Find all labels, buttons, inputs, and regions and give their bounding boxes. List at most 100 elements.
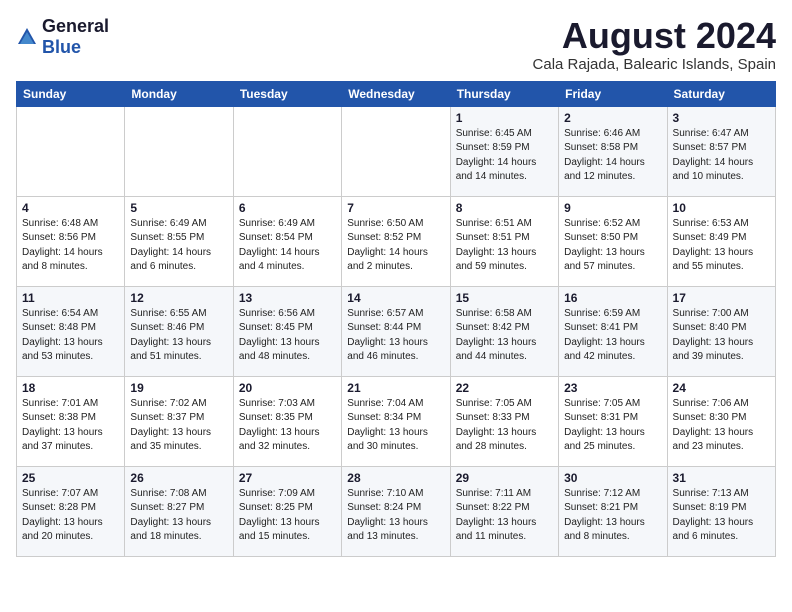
calendar-cell: 10Sunrise: 6:53 AM Sunset: 8:49 PM Dayli… [667, 196, 775, 286]
calendar-header-row: SundayMondayTuesdayWednesdayThursdayFrid… [17, 81, 776, 106]
day-number: 27 [239, 471, 336, 485]
day-number: 8 [456, 201, 553, 215]
calendar-cell: 9 Sunrise: 6:52 AM Sunset: 8:50 PM Daylig… [559, 196, 667, 286]
calendar-cell: 25Sunrise: 7:07 AM Sunset: 8:28 PM Dayli… [17, 466, 125, 556]
calendar-cell: 22Sunrise: 7:05 AM Sunset: 8:33 PM Dayli… [450, 376, 558, 466]
calendar-cell: 24Sunrise: 7:06 AM Sunset: 8:30 PM Dayli… [667, 376, 775, 466]
day-number: 6 [239, 201, 336, 215]
day-info: Sunrise: 6:53 AM Sunset: 8:49 PM Dayligh… [673, 217, 770, 275]
calendar-cell: 16Sunrise: 6:59 AM Sunset: 8:41 PM Dayli… [559, 286, 667, 376]
day-info: Sunrise: 7:00 AM Sunset: 8:40 PM Dayligh… [673, 307, 770, 365]
calendar-cell: 18 Sunrise: 7:01 AM Sunset: 8:38 PM Dayli… [17, 376, 125, 466]
day-header-friday: Friday [559, 81, 667, 106]
day-number: 16 [564, 291, 661, 305]
day-info: Sunrise: 7:05 AM Sunset: 8:33 PM Dayligh… [456, 397, 553, 455]
logo: General Blue [16, 16, 109, 58]
day-header-thursday: Thursday [450, 81, 558, 106]
day-info: Sunrise: 7:11 AM Sunset: 8:22 PM Dayligh… [456, 487, 553, 545]
day-info: Sunrise: 6:58 AM Sunset: 8:42 PM Dayligh… [456, 307, 553, 365]
day-header-tuesday: Tuesday [233, 81, 341, 106]
day-info: Sunrise: 6:51 AM Sunset: 8:51 PM Dayligh… [456, 217, 553, 275]
day-info: Sunrise: 6:45 AM Sunset: 8:59 PM Dayligh… [456, 127, 553, 185]
calendar-cell: 8 Sunrise: 6:51 AM Sunset: 8:51 PM Daylig… [450, 196, 558, 286]
calendar-cell: 14Sunrise: 6:57 AM Sunset: 8:44 PM Dayli… [342, 286, 450, 376]
day-number: 13 [239, 291, 336, 305]
day-number: 9 [564, 201, 661, 215]
day-info: Sunrise: 6:52 AM Sunset: 8:50 PM Dayligh… [564, 217, 661, 275]
day-info: Sunrise: 7:05 AM Sunset: 8:31 PM Dayligh… [564, 397, 661, 455]
day-info: Sunrise: 7:12 AM Sunset: 8:21 PM Dayligh… [564, 487, 661, 545]
week-row: 1 Sunrise: 6:45 AM Sunset: 8:59 PM Daylig… [17, 106, 776, 196]
calendar-cell: 2 Sunrise: 6:46 AM Sunset: 8:58 PM Daylig… [559, 106, 667, 196]
calendar-cell: 15 Sunrise: 6:58 AM Sunset: 8:42 PM Dayli… [450, 286, 558, 376]
day-number: 19 [130, 381, 227, 395]
day-info: Sunrise: 6:49 AM Sunset: 8:54 PM Dayligh… [239, 217, 336, 275]
week-row: 25Sunrise: 7:07 AM Sunset: 8:28 PM Dayli… [17, 466, 776, 556]
calendar-cell [342, 106, 450, 196]
calendar-body: 1 Sunrise: 6:45 AM Sunset: 8:59 PM Daylig… [17, 106, 776, 556]
day-header-saturday: Saturday [667, 81, 775, 106]
calendar-cell: 5 Sunrise: 6:49 AM Sunset: 8:55 PM Daylig… [125, 196, 233, 286]
calendar-cell: 21Sunrise: 7:04 AM Sunset: 8:34 PM Dayli… [342, 376, 450, 466]
title-block: August 2024 Cala Rajada, Balearic Island… [533, 16, 776, 73]
calendar-cell [17, 106, 125, 196]
day-info: Sunrise: 6:57 AM Sunset: 8:44 PM Dayligh… [347, 307, 444, 365]
day-number: 7 [347, 201, 444, 215]
calendar-cell: 1 Sunrise: 6:45 AM Sunset: 8:59 PM Daylig… [450, 106, 558, 196]
day-number: 26 [130, 471, 227, 485]
location-text: Cala Rajada, Balearic Islands, Spain [533, 56, 776, 73]
day-info: Sunrise: 7:08 AM Sunset: 8:27 PM Dayligh… [130, 487, 227, 545]
day-info: Sunrise: 7:03 AM Sunset: 8:35 PM Dayligh… [239, 397, 336, 455]
calendar-cell: 7 Sunrise: 6:50 AM Sunset: 8:52 PM Daylig… [342, 196, 450, 286]
calendar-cell: 3 Sunrise: 6:47 AM Sunset: 8:57 PM Daylig… [667, 106, 775, 196]
day-number: 25 [22, 471, 119, 485]
day-number: 18 [22, 381, 119, 395]
month-title: August 2024 [533, 16, 776, 56]
day-info: Sunrise: 6:54 AM Sunset: 8:48 PM Dayligh… [22, 307, 119, 365]
calendar-table: SundayMondayTuesdayWednesdayThursdayFrid… [16, 81, 776, 557]
day-info: Sunrise: 6:56 AM Sunset: 8:45 PM Dayligh… [239, 307, 336, 365]
day-number: 2 [564, 111, 661, 125]
week-row: 4Sunrise: 6:48 AM Sunset: 8:56 PM Daylig… [17, 196, 776, 286]
calendar-cell: 13 Sunrise: 6:56 AM Sunset: 8:45 PM Dayli… [233, 286, 341, 376]
calendar-cell: 12Sunrise: 6:55 AM Sunset: 8:46 PM Dayli… [125, 286, 233, 376]
day-info: Sunrise: 6:50 AM Sunset: 8:52 PM Dayligh… [347, 217, 444, 275]
calendar-cell: 29Sunrise: 7:11 AM Sunset: 8:22 PM Dayli… [450, 466, 558, 556]
day-info: Sunrise: 6:55 AM Sunset: 8:46 PM Dayligh… [130, 307, 227, 365]
day-number: 31 [673, 471, 770, 485]
day-number: 11 [22, 291, 119, 305]
day-info: Sunrise: 6:46 AM Sunset: 8:58 PM Dayligh… [564, 127, 661, 185]
day-number: 17 [673, 291, 770, 305]
calendar-cell [233, 106, 341, 196]
day-info: Sunrise: 6:47 AM Sunset: 8:57 PM Dayligh… [673, 127, 770, 185]
day-number: 21 [347, 381, 444, 395]
day-number: 23 [564, 381, 661, 395]
calendar-cell: 17 Sunrise: 7:00 AM Sunset: 8:40 PM Dayli… [667, 286, 775, 376]
week-row: 11 Sunrise: 6:54 AM Sunset: 8:48 PM Dayli… [17, 286, 776, 376]
calendar-cell: 28 Sunrise: 7:10 AM Sunset: 8:24 PM Dayli… [342, 466, 450, 556]
day-number: 20 [239, 381, 336, 395]
calendar-cell: 4Sunrise: 6:48 AM Sunset: 8:56 PM Daylig… [17, 196, 125, 286]
day-info: Sunrise: 7:01 AM Sunset: 8:38 PM Dayligh… [22, 397, 119, 455]
day-number: 15 [456, 291, 553, 305]
day-header-sunday: Sunday [17, 81, 125, 106]
day-info: Sunrise: 7:13 AM Sunset: 8:19 PM Dayligh… [673, 487, 770, 545]
day-number: 4 [22, 201, 119, 215]
day-info: Sunrise: 7:10 AM Sunset: 8:24 PM Dayligh… [347, 487, 444, 545]
calendar-cell [125, 106, 233, 196]
day-info: Sunrise: 7:02 AM Sunset: 8:37 PM Dayligh… [130, 397, 227, 455]
calendar-cell: 26 Sunrise: 7:08 AM Sunset: 8:27 PM Dayli… [125, 466, 233, 556]
week-row: 18 Sunrise: 7:01 AM Sunset: 8:38 PM Dayli… [17, 376, 776, 466]
day-number: 28 [347, 471, 444, 485]
calendar-cell: 6 Sunrise: 6:49 AM Sunset: 8:54 PM Daylig… [233, 196, 341, 286]
day-header-monday: Monday [125, 81, 233, 106]
day-info: Sunrise: 6:49 AM Sunset: 8:55 PM Dayligh… [130, 217, 227, 275]
calendar-cell: 20 Sunrise: 7:03 AM Sunset: 8:35 PM Dayli… [233, 376, 341, 466]
calendar-cell: 19 Sunrise: 7:02 AM Sunset: 8:37 PM Dayli… [125, 376, 233, 466]
day-number: 1 [456, 111, 553, 125]
day-header-wednesday: Wednesday [342, 81, 450, 106]
day-number: 5 [130, 201, 227, 215]
day-number: 3 [673, 111, 770, 125]
calendar-cell: 23 Sunrise: 7:05 AM Sunset: 8:31 PM Dayli… [559, 376, 667, 466]
logo-blue-text: Blue [42, 37, 81, 57]
